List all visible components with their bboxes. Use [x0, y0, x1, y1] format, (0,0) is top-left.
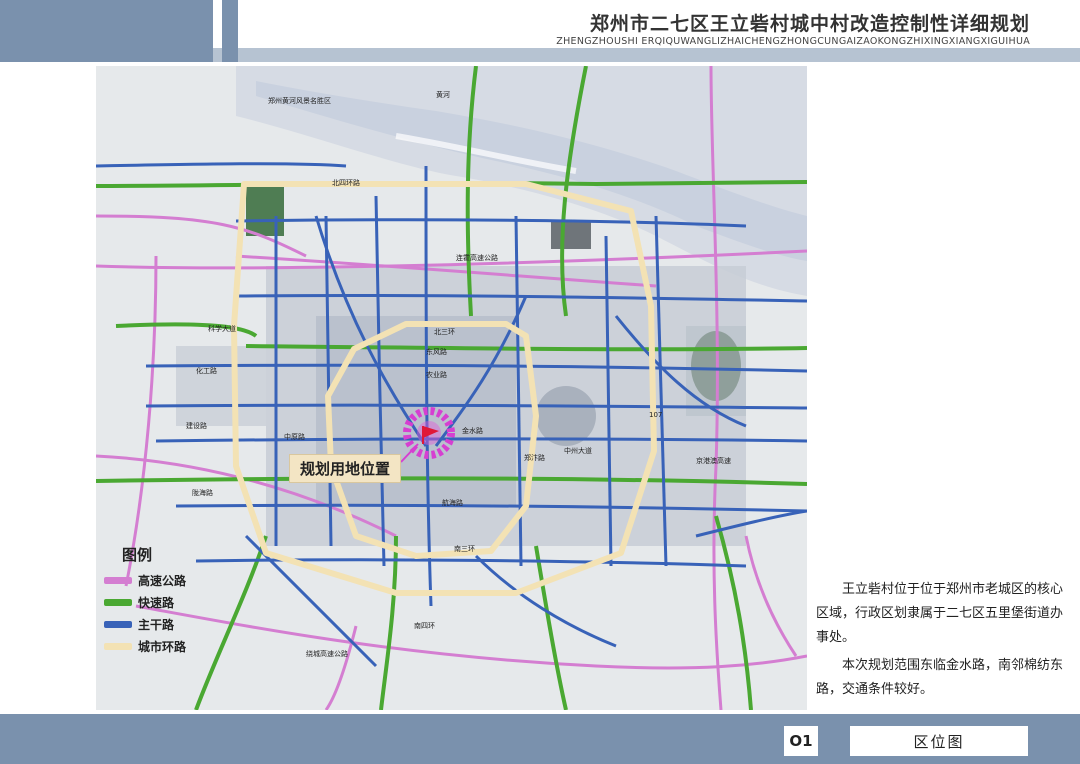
- legend-item-expressway: 高速公路: [104, 569, 224, 591]
- map-label-north-4th-ring: 北四环路: [332, 179, 360, 187]
- map-label-lianhuo-expressway: 连霍高速公路: [456, 254, 498, 262]
- page-title: 郑州市二七区王立砦村城中村改造控制性详细规划: [589, 13, 1030, 35]
- map-label-south-3rd-ring: 南三环: [454, 545, 475, 553]
- page-number: O1: [784, 726, 818, 756]
- page-name: 区位图: [850, 726, 1028, 756]
- map-legend: 图例 高速公路 快速路 主干路 城市环路: [104, 544, 224, 657]
- legend-label-expressway: 高速公路: [138, 573, 187, 588]
- map-label-yellow-river: 黄河: [436, 91, 450, 99]
- header-band-strip: [0, 48, 1080, 62]
- map-label-zhongzhou-avenue: 中州大道: [564, 447, 592, 455]
- map-label-north-3rd-ring: 北三环: [434, 328, 455, 336]
- map-label-south-4th-ring: 南四环: [414, 622, 435, 630]
- site-location-label: 规划用地位置: [289, 454, 402, 483]
- description-paragraph-1: 王立砦村位于位于郑州市老城区的核心区域，行政区划隶属于二七区五里堡街道办事处。: [816, 582, 1064, 645]
- legend-label-ring-road: 城市环路: [138, 639, 187, 654]
- legend-item-ring-road: 城市环路: [104, 635, 224, 657]
- legend-swatch-expressway: [104, 576, 132, 584]
- legend-label-main-road: 主干路: [138, 617, 175, 632]
- map-label-ring-expressway: 绕城高速公路: [306, 650, 348, 658]
- map-label-zhengbian-road: 郑汴路: [524, 454, 545, 462]
- description-text: 王立砦村位于位于郑州市老城区的核心区域，行政区划隶属于二七区五里堡街道办事处。 …: [816, 578, 1068, 706]
- description-paragraph-2: 本次规划范围东临金水路，南邻棉纺东路，交通条件较好。: [816, 658, 1064, 697]
- map-label-scenic-area: 郑州黄河风景名胜区: [268, 97, 331, 105]
- legend-title: 图例: [122, 546, 153, 564]
- location-map: 郑州黄河风景名胜区 北四环路 连霍高速公路 北三环 东风路 农业路 科学大道 中…: [96, 66, 807, 710]
- legend-label-fast-road: 快速路: [138, 595, 175, 610]
- legend-item-main-road: 主干路: [104, 613, 224, 635]
- legend-swatch-main-road: [104, 620, 132, 628]
- map-label-longhai-road: 陇海路: [192, 489, 213, 497]
- map-label-kexue-avenue: 科学大道: [208, 325, 236, 333]
- map-label-zhongyuan-road: 中原路: [284, 433, 305, 441]
- map-label-jianshe-road: 建设路: [186, 422, 207, 430]
- map-label-huagong-road: 化工路: [196, 367, 217, 375]
- legend-swatch-fast-road: [104, 598, 132, 606]
- map-label-jinggangao-expressway: 京港澳高速: [696, 457, 731, 465]
- map-label-jinshui-road: 金水路: [462, 427, 483, 435]
- map-label-107: 107: [649, 411, 663, 419]
- map-label-dongfeng-road: 东风路: [426, 348, 447, 356]
- page-subtitle: ZHENGZHOUSHI ERQIQUWANGLIZHAICHENGZHONGC…: [556, 36, 1030, 47]
- map-label-hanghai-road: 航海路: [442, 499, 463, 507]
- legend-swatch-ring-road: [104, 642, 132, 650]
- legend-item-fast-road: 快速路: [104, 591, 224, 613]
- map-label-nongye-road: 农业路: [426, 371, 447, 379]
